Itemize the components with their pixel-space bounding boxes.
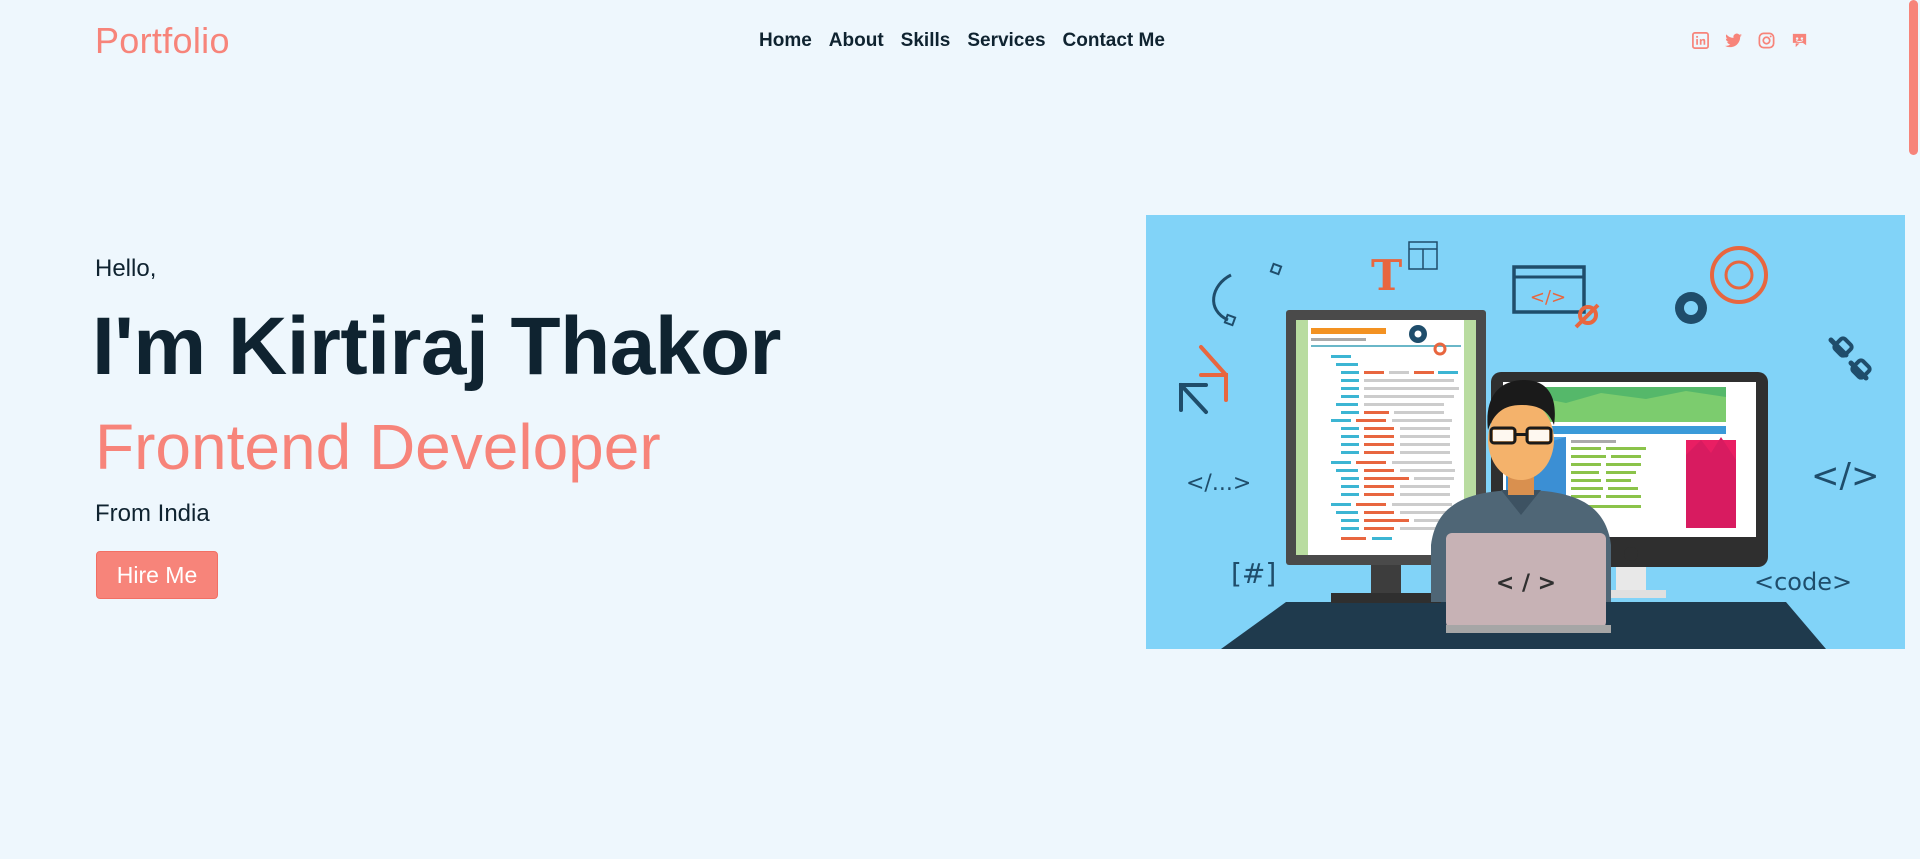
site-header: Portfolio Home About Skills Services Con… — [0, 0, 1905, 86]
ellipsis-tag-label: </...> — [1186, 471, 1251, 496]
hash-tag-label: [#] — [1231, 557, 1276, 590]
hero-greeting: Hello, — [95, 255, 157, 282]
nav-about[interactable]: About — [829, 30, 884, 52]
close-tag-label: </> — [1811, 456, 1879, 496]
hero-illustration: < / > T </> </...> </> [#] <code> — [1146, 215, 1910, 649]
linkedin-icon[interactable] — [1691, 31, 1710, 50]
site-logo[interactable]: Portfolio — [95, 20, 230, 62]
hero-role: Frontend Developer — [95, 411, 661, 483]
browser-code-label: </> — [1530, 287, 1566, 308]
laptop-code-label: < / > — [1496, 571, 1556, 596]
nav-home[interactable]: Home — [759, 30, 812, 52]
hire-me-button[interactable]: Hire Me — [96, 551, 218, 599]
hero-location: From India — [95, 500, 210, 527]
code-tag-label: <code> — [1754, 568, 1852, 596]
scrollbar-thumb[interactable] — [1909, 0, 1918, 155]
nav-skills[interactable]: Skills — [901, 30, 951, 52]
instagram-icon[interactable] — [1757, 31, 1776, 50]
page-scrollbar[interactable] — [1905, 0, 1920, 859]
developer-illustration: < / > T </> </...> </> [#] <code> — [1179, 241, 1879, 649]
nav-contact[interactable]: Contact Me — [1063, 30, 1165, 52]
twitter-icon[interactable] — [1724, 31, 1743, 50]
main-nav: Home About Skills Services Contact Me — [759, 30, 1165, 52]
letter-t-icon: T — [1371, 251, 1402, 300]
discord-icon[interactable] — [1790, 31, 1809, 50]
nav-services[interactable]: Services — [967, 30, 1045, 52]
social-links — [1691, 31, 1809, 50]
hero-name: I'm Kirtiraj Thakor — [92, 301, 781, 392]
